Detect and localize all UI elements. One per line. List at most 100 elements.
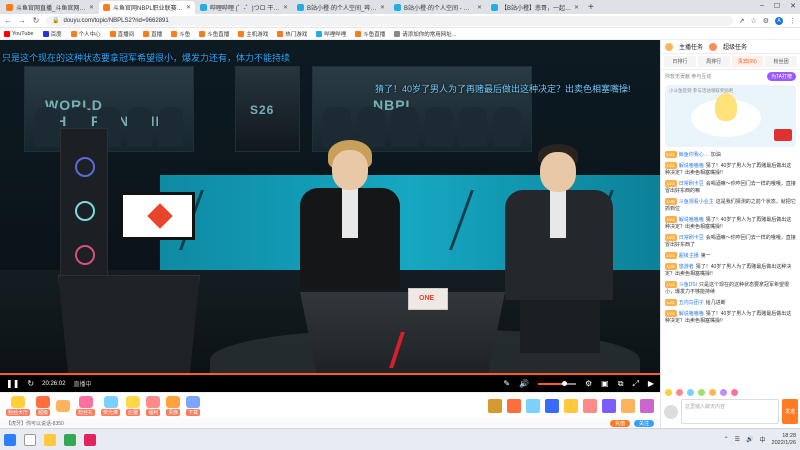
- bookmark-item[interactable]: YouTube: [4, 30, 34, 37]
- ime-indicator[interactable]: 中: [760, 435, 766, 444]
- bookmark-item[interactable]: 个人中心: [70, 30, 101, 38]
- rank-button[interactable]: 为TA打榜: [766, 72, 796, 81]
- maximize-icon[interactable]: ☐: [774, 2, 780, 10]
- expand-icon[interactable]: ▶: [648, 379, 654, 388]
- chat-username[interactable]: 悠游者: [679, 264, 694, 270]
- browser-tab[interactable]: 斗鱼官网NBPL职业联赛S26 ✕: [99, 1, 195, 14]
- gift-item[interactable]: 下载: [186, 395, 201, 416]
- gift-item[interactable]: 粉丝大厅: [6, 395, 31, 416]
- chat-username[interactable]: 五内鸟团子: [679, 300, 704, 306]
- browser-tab[interactable]: 斗鱼官网直播_斗鱼官网直播视频在✕: [2, 1, 98, 14]
- tab-close-icon[interactable]: ✕: [380, 4, 385, 11]
- pip-icon[interactable]: ⧉: [618, 379, 624, 389]
- event-banner[interactable]: 小斗鱼签到 参与活动领取奖励吧: [665, 85, 796, 147]
- gift-slot-icon[interactable]: [545, 398, 559, 413]
- bookmark-item[interactable]: 斗鱼直播: [355, 30, 385, 38]
- windows-icon[interactable]: [4, 433, 16, 446]
- tab-close-icon[interactable]: ✕: [89, 4, 94, 11]
- video-player[interactable]: WORLD CHAMPIONSHIP S26 NBPL ONE: [0, 40, 660, 390]
- share-icon[interactable]: ↗: [739, 17, 745, 25]
- chrome-icon[interactable]: [64, 433, 76, 446]
- gift-slot-icon[interactable]: [621, 398, 635, 413]
- fullscreen-icon[interactable]: ⤢: [632, 379, 638, 389]
- chat-list[interactable]: LV1 鲸鱼你我心… 加油 LV4 解说嗑嗑嗑 猜了！40岁了男人为了再赌最后做出这种决定…: [661, 149, 800, 377]
- bookmark-item[interactable]: 直播间: [109, 30, 134, 38]
- rank-tab[interactable]: 日排行: [664, 56, 696, 67]
- browser-tab[interactable]: 哔哩哔哩 (゜-゜)つロ 干杯~-bili✕: [196, 1, 292, 14]
- chevron-up-icon[interactable]: ⌃: [724, 436, 729, 443]
- gift-item[interactable]: 荧光棒: [101, 395, 121, 416]
- bookmark-item[interactable]: 直播: [143, 30, 162, 38]
- gift-item[interactable]: 超级: [36, 395, 51, 416]
- tab-close-icon[interactable]: ✕: [477, 4, 482, 11]
- gift-slot-icon[interactable]: [564, 398, 578, 413]
- browser-tab[interactable]: 【B站小橙】悲哥，一起玩转游戏✕: [487, 1, 583, 14]
- gift-item[interactable]: 福利: [146, 395, 161, 416]
- browser-tab[interactable]: B站小橙·的个人空间_哔哩哔哩_B✕: [293, 1, 389, 14]
- bookmark-star-icon[interactable]: ☆: [750, 17, 756, 25]
- chat-username[interactable]: 解说嗑嗑嗑: [679, 217, 704, 223]
- profile-avatar[interactable]: A: [775, 16, 783, 25]
- chat-input[interactable]: 这里输入聊天内容: [681, 399, 779, 424]
- tab-close-icon[interactable]: ✕: [283, 4, 288, 11]
- gift-item[interactable]: 应援: [126, 395, 141, 416]
- menu-icon[interactable]: ⋮: [789, 17, 796, 25]
- rank-tab[interactable]: 贵宾(99): [731, 56, 764, 67]
- rank-tab[interactable]: 粉丝团: [765, 56, 797, 67]
- emoji-icon[interactable]: [731, 388, 738, 396]
- minimize-icon[interactable]: –: [760, 2, 764, 10]
- bookmark-item[interactable]: 百度: [42, 30, 62, 38]
- settings-icon[interactable]: ⚙: [585, 379, 592, 388]
- chat-username[interactable]: 日常刷卡豆: [679, 181, 704, 187]
- volume-slider[interactable]: [537, 380, 576, 386]
- address-bar[interactable]: 🔒 douyu.com/topic/NBPLS2?rid=9662891: [46, 15, 733, 26]
- gift-slot-icon[interactable]: [526, 398, 540, 413]
- browser-tab[interactable]: B站小橙·的个人空间 - 哔哩哔哩✕: [390, 1, 486, 14]
- speaker-icon[interactable]: 🔊: [746, 436, 753, 443]
- chat-username[interactable]: 超级主播: [679, 253, 699, 259]
- anchor-task-link[interactable]: 主播任务: [679, 42, 703, 51]
- close-icon[interactable]: ✕: [790, 2, 796, 10]
- emoji-icon[interactable]: [665, 388, 672, 396]
- tab-close-icon[interactable]: ✕: [574, 4, 579, 11]
- gift-slot-icon[interactable]: [640, 398, 654, 413]
- super-task-link[interactable]: 超级任务: [723, 42, 747, 51]
- tab-close-icon[interactable]: ✕: [186, 4, 191, 11]
- rank-tab[interactable]: 周排行: [697, 56, 730, 67]
- gift-slot-icon[interactable]: [488, 398, 502, 413]
- new-tab-button[interactable]: +: [588, 2, 594, 14]
- pause-icon[interactable]: ❚❚: [6, 379, 19, 388]
- send-button[interactable]: 发送: [782, 399, 798, 424]
- emoji-icon[interactable]: [709, 388, 716, 396]
- reload-icon[interactable]: ↻: [32, 16, 40, 25]
- emoji-icon[interactable]: [720, 388, 727, 396]
- back-icon[interactable]: ←: [4, 16, 12, 25]
- emoji-icon[interactable]: [687, 388, 694, 396]
- follow-button[interactable]: 关注: [633, 419, 654, 427]
- volume-icon[interactable]: 🔊: [519, 379, 529, 388]
- extensions-icon[interactable]: ⚙: [763, 17, 769, 25]
- bookmark-item[interactable]: 主机游戏: [238, 30, 268, 38]
- refresh-icon[interactable]: ↻: [27, 379, 34, 388]
- chat-username[interactable]: 斗鱼观看小业主: [679, 199, 714, 205]
- bookmark-item[interactable]: 哔哩哔哩: [316, 30, 346, 38]
- gift-slot-icon[interactable]: [507, 398, 521, 413]
- chat-username[interactable]: 斗鱼DSI: [679, 282, 697, 288]
- clock[interactable]: 18:28 2022/1/26: [772, 433, 796, 447]
- gift-item[interactable]: 粉丝礼: [76, 395, 96, 416]
- emoji-icon[interactable]: [676, 388, 683, 396]
- bookmark-item[interactable]: 热门游戏: [277, 30, 307, 38]
- chat-username[interactable]: 解说嗑嗑嗑: [679, 163, 704, 169]
- chat-username[interactable]: 解说嗑嗑嗑: [679, 311, 704, 317]
- gift-item[interactable]: 贵族: [166, 395, 181, 416]
- danmaku-edit-icon[interactable]: ✎: [503, 379, 510, 388]
- forward-icon[interactable]: →: [18, 16, 26, 25]
- bookmark-item[interactable]: 斗鱼: [171, 30, 190, 38]
- gift-item[interactable]: [56, 399, 71, 412]
- file-explorer-icon[interactable]: [44, 433, 56, 446]
- search-icon[interactable]: [24, 433, 36, 446]
- screenshot-icon[interactable]: ▣: [601, 379, 609, 388]
- gift-slot-icon[interactable]: [602, 398, 616, 413]
- gift-slot-icon[interactable]: [583, 398, 597, 413]
- bookmark-item[interactable]: 请添加你的常用网址...: [394, 30, 456, 38]
